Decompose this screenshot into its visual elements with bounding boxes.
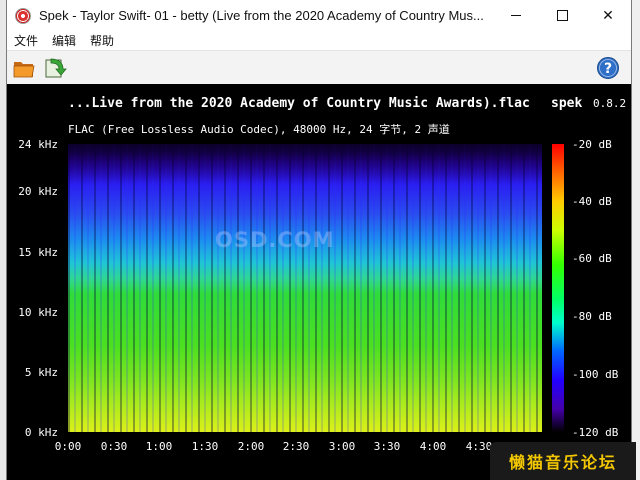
- y-label-15khz: 15 kHz: [18, 246, 58, 259]
- y-label-24khz: 24 kHz: [18, 138, 58, 151]
- menu-file[interactable]: 文件: [7, 32, 45, 49]
- db-label-120: -120 dB: [572, 426, 619, 439]
- toolbar: ?: [7, 50, 631, 85]
- db-label-20: -20 dB: [572, 138, 612, 151]
- x-label-4-00: 4:00: [419, 440, 447, 453]
- x-label-2-30: 2:30: [282, 440, 310, 453]
- spek-window: Spek - Taylor Swift- 01 - betty (Live fr…: [6, 0, 632, 480]
- spek-app-icon[interactable]: [15, 7, 31, 24]
- spectrogram-plot: OSD.COM: [68, 144, 542, 432]
- y-label-20khz: 20 kHz: [18, 185, 58, 198]
- maximize-button[interactable]: [539, 0, 585, 31]
- save-button[interactable]: [43, 56, 67, 80]
- x-label-1-30: 1:30: [191, 440, 219, 453]
- help-icon: ?: [597, 57, 619, 79]
- db-label-80: -80 dB: [572, 310, 612, 323]
- spectrum-filename: ...Live from the 2020 Academy of Country…: [68, 96, 530, 111]
- y-label-0khz: 0 kHz: [24, 426, 58, 439]
- maximize-icon: [556, 10, 568, 21]
- close-button[interactable]: ✕: [585, 0, 631, 31]
- spectrum-view: ...Live from the 2020 Academy of Country…: [7, 84, 631, 480]
- folder-open-icon: [13, 62, 35, 78]
- db-label-60: -60 dB: [572, 252, 612, 265]
- db-label-40: -40 dB: [572, 195, 612, 208]
- x-label-0-30: 0:30: [100, 440, 128, 453]
- window-title: Spek - Taylor Swift- 01 - betty (Live fr…: [39, 8, 484, 23]
- x-label-1-00: 1:00: [145, 440, 173, 453]
- title-bar[interactable]: Spek - Taylor Swift- 01 - betty (Live fr…: [7, 0, 631, 31]
- menu-bar: 文件 编辑 帮助: [7, 31, 631, 50]
- forum-watermark-badge: 懒猫音乐论坛: [490, 442, 636, 480]
- spectrogram-texture: [68, 144, 542, 432]
- open-file-button[interactable]: [12, 56, 36, 80]
- x-label-0-00: 0:00: [54, 440, 82, 453]
- desktop-background-right: [632, 0, 640, 480]
- spectrum-app-version: 0.8.2: [593, 97, 627, 110]
- spectrogram-watermark: OSD.COM: [215, 228, 335, 252]
- help-glyph: ?: [604, 61, 612, 77]
- spectrum-app-name: spek: [551, 96, 583, 111]
- menu-help[interactable]: 帮助: [83, 32, 121, 49]
- y-label-5khz: 5 kHz: [24, 366, 58, 379]
- minimize-icon: [511, 15, 521, 16]
- menu-edit[interactable]: 编辑: [45, 32, 83, 49]
- x-label-3-30: 3:30: [373, 440, 401, 453]
- db-label-100: -100 dB: [572, 368, 619, 381]
- help-button[interactable]: ?: [596, 56, 620, 80]
- minimize-button[interactable]: [493, 0, 539, 31]
- close-icon: ✕: [602, 7, 614, 24]
- spectrogram-top-band: [68, 144, 542, 184]
- x-label-3-00: 3:00: [328, 440, 356, 453]
- db-color-scale: [552, 144, 564, 432]
- save-export-icon: [45, 58, 67, 78]
- x-label-2-00: 2:00: [237, 440, 265, 453]
- spectrum-info: FLAC (Free Lossless Audio Codec), 48000 …: [68, 123, 450, 136]
- y-label-10khz: 10 kHz: [18, 306, 58, 319]
